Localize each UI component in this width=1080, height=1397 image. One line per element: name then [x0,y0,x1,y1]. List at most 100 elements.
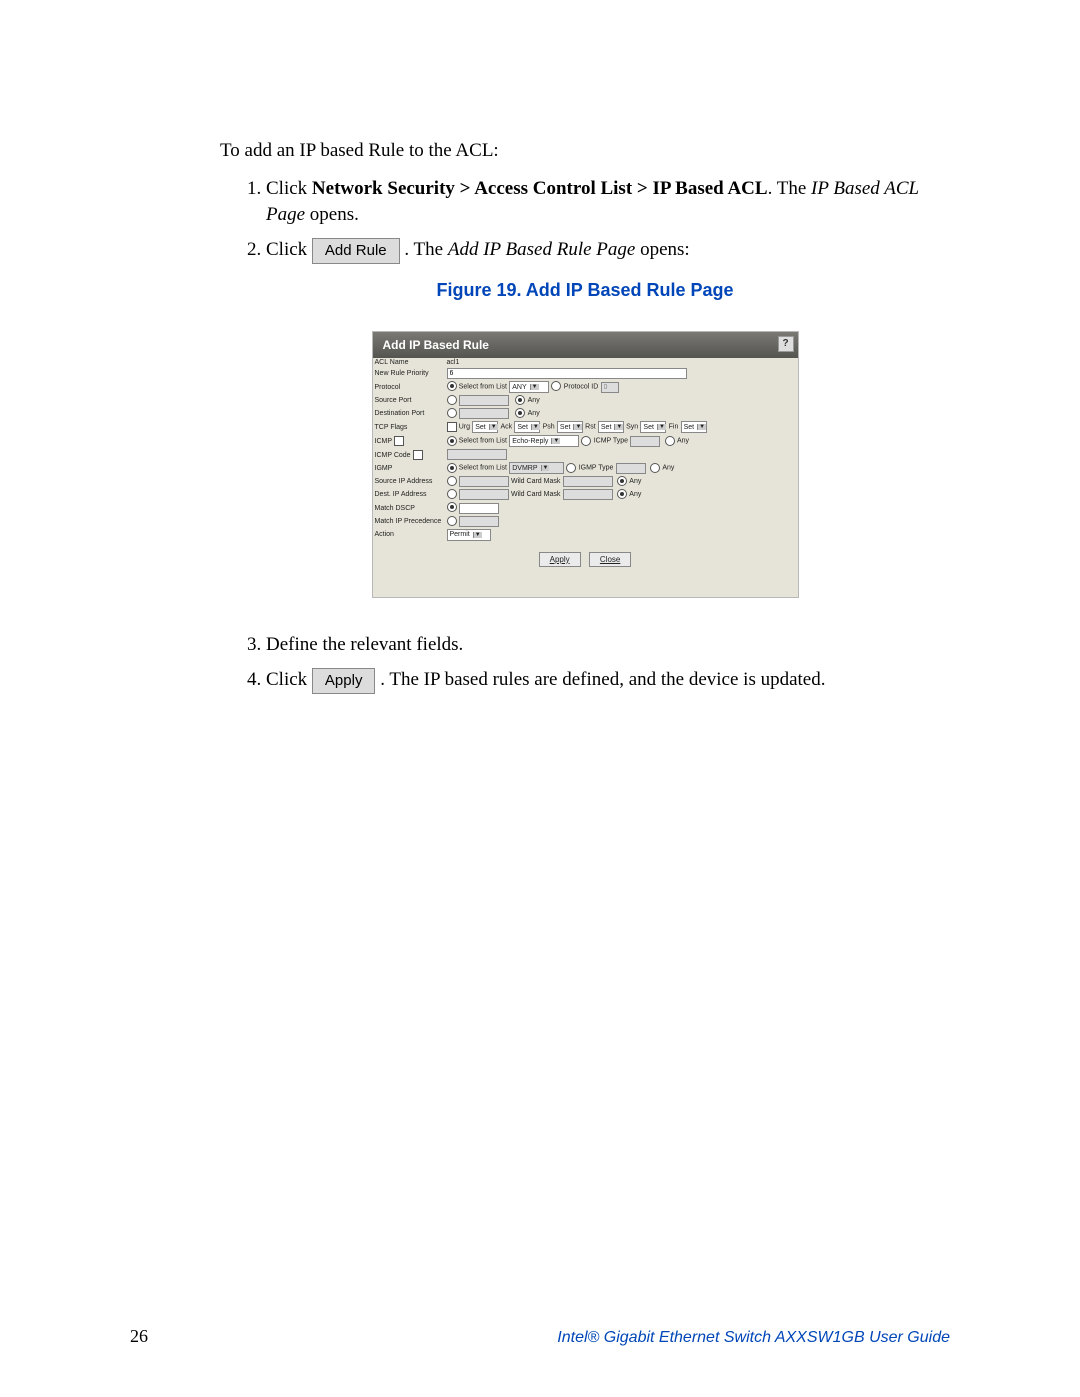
dialog-title: Add IP Based Rule ? [373,332,798,358]
dst-ip-input[interactable] [459,489,509,500]
fin-label: Fin [669,424,679,431]
fin-select[interactable]: Set▼ [681,421,707,433]
ack-select[interactable]: Set▼ [514,421,540,433]
src-ip-mask-label: Wild Card Mask [511,478,560,485]
s2-pagename: Add IP Based Rule Page [448,239,636,260]
help-icon[interactable]: ? [778,336,794,352]
dst-ip-any-radio[interactable] [617,489,627,499]
igmp-type-label: IGMP Type [579,465,614,472]
dialog-button-row: Apply Close [373,552,798,567]
igmp-type-radio[interactable] [566,463,576,473]
dst-ip-mask-label: Wild Card Mask [511,491,560,498]
s2-text-a: Click [266,239,312,260]
src-ip-any-radio[interactable] [617,476,627,486]
icmp-any-radio[interactable] [665,436,675,446]
ipprec-label: Match IP Precedence [373,515,445,528]
dst-port-input[interactable] [459,408,509,419]
icmp-label: ICMP [373,434,445,448]
urg-select[interactable]: Set▼ [472,421,498,433]
chevron-down-icon: ▼ [551,438,560,444]
figure-caption: Figure 19. Add IP Based Rule Page [220,280,950,301]
src-ip-radio[interactable] [447,476,457,486]
dialog-apply-button[interactable]: Apply [539,552,581,567]
action-label: Action [373,528,445,542]
icmp-type-radio[interactable] [581,436,591,446]
src-port-label: Source Port [373,394,445,407]
select-from-list-label: Select from List [459,384,507,391]
footer-title: Intel® Gigabit Ethernet Switch AXXSW1GB … [557,1329,950,1347]
igmp-label: IGMP [373,461,445,475]
protocol-list-radio[interactable] [447,381,457,391]
igmp-any-label: Any [662,465,674,472]
syn-select[interactable]: Set▼ [640,421,666,433]
chevron-down-icon: ▼ [573,424,582,430]
priority-input[interactable] [447,368,687,379]
protocol-id-radio[interactable] [551,381,561,391]
src-port-input[interactable] [459,395,509,406]
s2-text-d: opens: [635,239,689,260]
rst-label: Rst [585,424,596,431]
igmp-list-radio[interactable] [447,463,457,473]
dst-port-any-radio[interactable] [515,408,525,418]
dialog-close-button[interactable]: Close [589,552,631,567]
icmp-list-radio[interactable] [447,436,457,446]
steps-list-continued: Define the relevant fields. Click Apply … [220,632,950,694]
src-ip-input[interactable] [459,476,509,487]
syn-label: Syn [626,424,638,431]
step-4: Click Apply . The IP based rules are def… [266,667,950,694]
s1-text-a: Click [266,178,312,199]
psh-select[interactable]: Set▼ [557,421,583,433]
igmp-select-label: Select from List [459,465,507,472]
icmp-type-input[interactable] [630,436,660,447]
dst-port-any-label: Any [528,410,540,417]
ipprec-radio[interactable] [447,516,457,526]
chevron-down-icon: ▼ [531,424,540,430]
src-port-any-label: Any [528,397,540,404]
step-1: Click Network Security > Access Control … [266,176,950,227]
igmp-select[interactable]: DVMRP▼ [509,462,564,474]
dscp-label: Match DSCP [373,501,445,514]
dst-port-radio[interactable] [447,408,457,418]
chevron-down-icon: ▼ [697,424,706,430]
action-select[interactable]: Permit▼ [447,529,491,541]
step-3: Define the relevant fields. [266,632,950,658]
add-ip-rule-dialog: Add IP Based Rule ? ACL Name acl1 New Ru… [372,331,799,598]
step-2: Click Add Rule . The Add IP Based Rule P… [266,237,950,264]
ipprec-input[interactable] [459,516,499,527]
icmp-code-input[interactable] [447,449,507,460]
icmp-select-label: Select from List [459,438,507,445]
priority-label: New Rule Priority [373,367,445,380]
dst-ip-mask-input[interactable] [563,489,613,500]
chevron-down-icon: ▼ [489,424,498,430]
src-port-radio[interactable] [447,395,457,405]
protocol-select[interactable]: ANY▼ [509,381,549,393]
dscp-radio[interactable] [447,502,457,512]
icmp-code-label: ICMP Code [373,448,445,461]
dialog-title-text: Add IP Based Rule [383,338,489,352]
src-port-any-radio[interactable] [515,395,525,405]
tcp-flags-checkbox[interactable] [447,422,457,432]
s4-text-a: Click [266,669,312,690]
icmp-checkbox[interactable] [394,436,404,446]
steps-list: Click Network Security > Access Control … [220,176,950,264]
protocol-id-input[interactable] [601,382,619,393]
icmp-select[interactable]: Echo-Reply▼ [509,435,579,447]
icmp-type-label: ICMP Type [594,438,628,445]
add-rule-button[interactable]: Add Rule [312,238,400,264]
igmp-any-radio[interactable] [650,463,660,473]
src-ip-mask-input[interactable] [563,476,613,487]
dscp-input[interactable] [459,503,499,514]
icmp-code-checkbox[interactable] [413,450,423,460]
urg-label: Urg [459,424,470,431]
page-number: 26 [130,1326,148,1347]
ack-label: Ack [500,424,512,431]
chevron-down-icon: ▼ [541,465,550,471]
igmp-type-input[interactable] [616,463,646,474]
s1-text-e: opens. [305,204,359,225]
s1-text-c: . The [768,178,811,199]
protocol-label: Protocol [373,380,445,394]
acl-name-label: ACL Name [373,358,445,367]
dst-ip-radio[interactable] [447,489,457,499]
apply-button[interactable]: Apply [312,668,376,694]
rst-select[interactable]: Set▼ [598,421,624,433]
